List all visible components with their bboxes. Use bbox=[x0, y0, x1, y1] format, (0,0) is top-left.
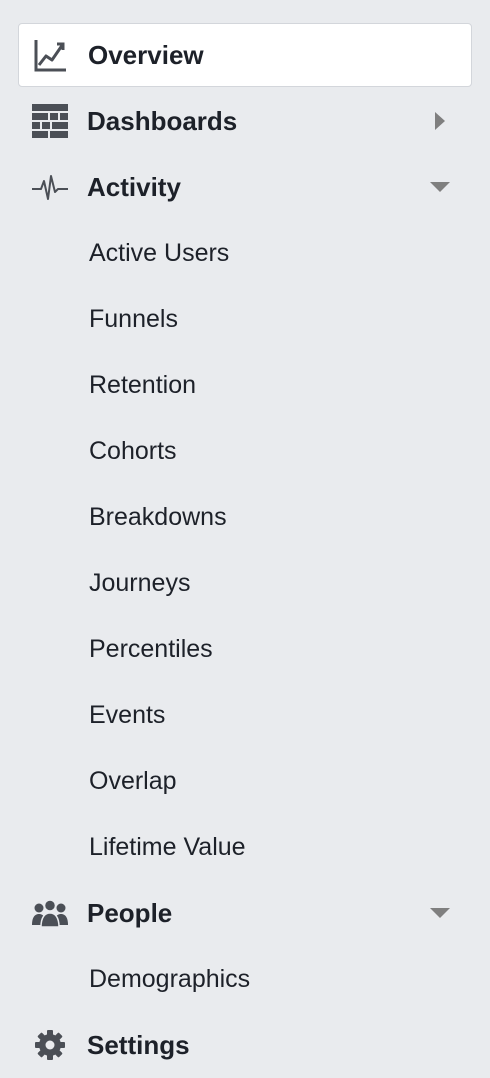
nav-item-label: Settings bbox=[87, 1029, 190, 1060]
grid-icon bbox=[32, 103, 68, 139]
people-icon bbox=[32, 895, 68, 931]
sub-item-cohorts[interactable]: Cohorts bbox=[89, 431, 177, 471]
nav-item-activity[interactable]: Activity bbox=[18, 155, 472, 219]
chart-line-icon bbox=[33, 37, 69, 73]
caret-down-icon[interactable] bbox=[430, 177, 450, 197]
sub-item-journeys[interactable]: Journeys bbox=[89, 563, 190, 603]
sub-item-active-users[interactable]: Active Users bbox=[89, 233, 229, 273]
nav-item-label: Dashboards bbox=[87, 105, 238, 136]
nav-item-label: Activity bbox=[87, 171, 181, 202]
nav-item-people[interactable]: People bbox=[18, 881, 472, 945]
sub-item-demographics[interactable]: Demographics bbox=[89, 959, 250, 999]
nav-item-label: Overview bbox=[88, 39, 204, 70]
nav-item-dashboards[interactable]: Dashboards bbox=[18, 89, 472, 153]
nav-item-overview[interactable]: Overview bbox=[18, 23, 472, 87]
gear-icon bbox=[32, 1027, 68, 1063]
sub-item-events[interactable]: Events bbox=[89, 695, 165, 735]
sub-item-breakdowns[interactable]: Breakdowns bbox=[89, 497, 227, 537]
sidebar-nav: Overview Dashboards Activity Active User… bbox=[0, 0, 490, 1078]
caret-down-icon[interactable] bbox=[430, 903, 450, 923]
nav-item-settings[interactable]: Settings bbox=[18, 1013, 472, 1077]
caret-right-icon[interactable] bbox=[430, 111, 450, 131]
sub-item-funnels[interactable]: Funnels bbox=[89, 299, 178, 339]
pulse-icon bbox=[32, 169, 68, 205]
sub-item-lifetime-value[interactable]: Lifetime Value bbox=[89, 827, 246, 867]
sub-item-overlap[interactable]: Overlap bbox=[89, 761, 177, 801]
sub-item-percentiles[interactable]: Percentiles bbox=[89, 629, 213, 669]
sub-item-retention[interactable]: Retention bbox=[89, 365, 196, 405]
nav-item-label: People bbox=[87, 897, 173, 928]
